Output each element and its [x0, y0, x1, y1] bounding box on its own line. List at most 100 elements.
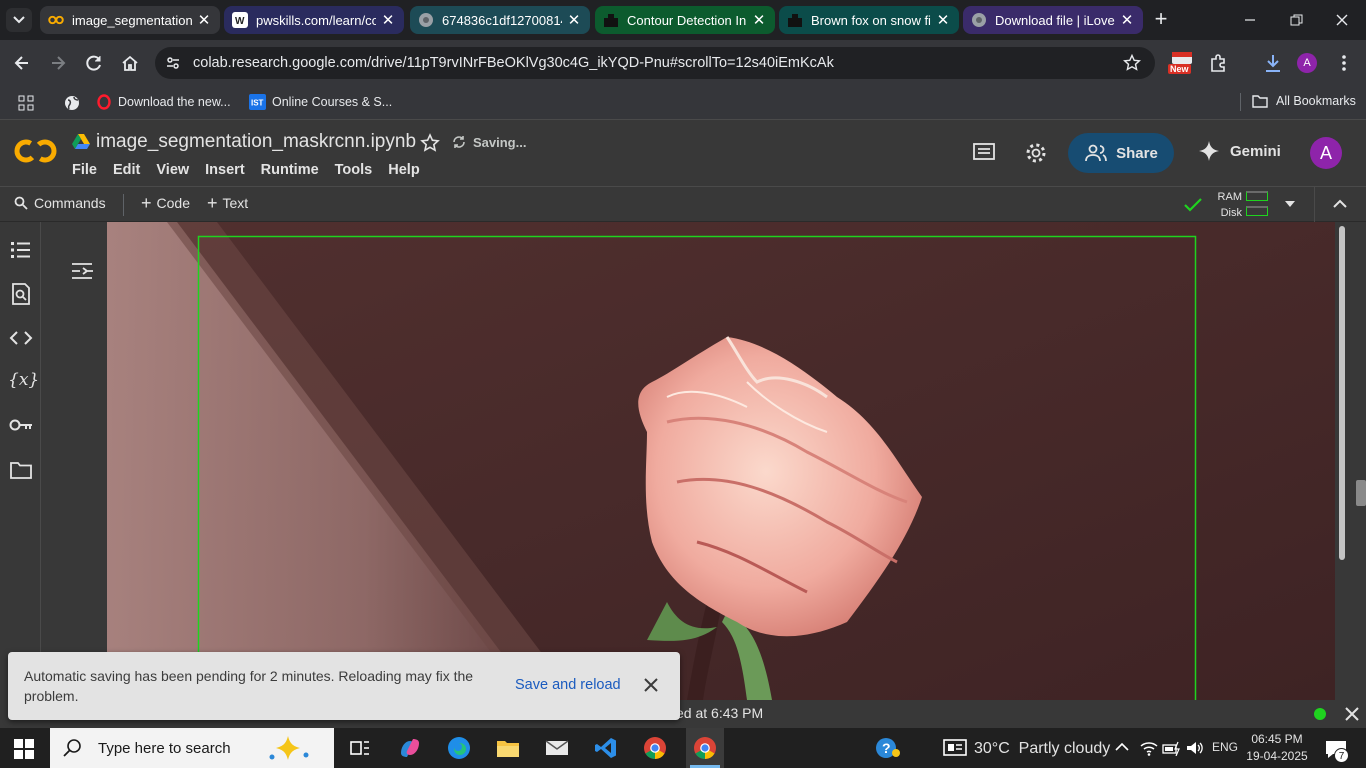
- notifications-icon[interactable]: 7: [1324, 738, 1349, 763]
- close-icon[interactable]: ✕: [196, 11, 212, 29]
- tab-colab[interactable]: image_segmentation_ ✕: [40, 6, 220, 34]
- share-button[interactable]: Share: [1068, 133, 1174, 173]
- browser-tab-strip: image_segmentation_ ✕ W pwskills.com/lea…: [0, 0, 1366, 40]
- menu-help[interactable]: Help: [388, 162, 419, 178]
- gemini-button[interactable]: Gemini: [1198, 140, 1281, 162]
- close-icon[interactable]: ✕: [1119, 11, 1135, 29]
- tab-ilovepdf[interactable]: Download file | iLoveI ✕: [963, 6, 1143, 34]
- back-button[interactable]: [12, 53, 32, 73]
- battery-icon[interactable]: [1162, 740, 1182, 756]
- bookmark-online-courses[interactable]: IST Online Courses & S...: [249, 94, 392, 110]
- tab-contour[interactable]: Contour Detection In ✕: [595, 6, 775, 34]
- files-folder-icon[interactable]: [10, 461, 32, 479]
- address-bar[interactable]: colab.research.google.com/drive/11pT9rvI…: [155, 47, 1155, 79]
- close-icon[interactable]: ✕: [566, 11, 582, 29]
- menu-insert[interactable]: Insert: [205, 162, 245, 178]
- runtime-dropdown-icon[interactable]: [1284, 200, 1296, 208]
- tab-search-button[interactable]: [6, 8, 32, 32]
- windows-start-icon[interactable]: [14, 739, 34, 759]
- menu-runtime[interactable]: Runtime: [261, 162, 319, 178]
- forward-button[interactable]: [48, 53, 68, 73]
- downloads-icon[interactable]: [1262, 52, 1284, 74]
- close-icon[interactable]: ✕: [935, 11, 951, 29]
- add-text-button[interactable]: + Text: [207, 194, 248, 212]
- file-explorer-icon[interactable]: [494, 734, 522, 762]
- find-replace-icon[interactable]: [10, 283, 32, 305]
- cell-gutter: [41, 222, 107, 700]
- ram-meter[interactable]: [1246, 191, 1268, 201]
- tab-brown-fox[interactable]: Brown fox on snow fi ✕: [779, 6, 959, 34]
- variables-icon[interactable]: {𝑥}: [8, 370, 39, 392]
- close-window-button[interactable]: [1332, 10, 1352, 30]
- clock[interactable]: 06:45 PM 19-04-2025: [1246, 731, 1308, 765]
- disk-meter[interactable]: [1246, 206, 1268, 216]
- all-bookmarks-button[interactable]: All Bookmarks: [1252, 94, 1356, 108]
- scrollbar-thumb[interactable]: [1339, 226, 1345, 560]
- wifi-icon[interactable]: [1140, 740, 1158, 756]
- weather-widget-icon[interactable]: [943, 738, 967, 758]
- page-scroll-thumb[interactable]: [1356, 480, 1366, 506]
- secrets-key-icon[interactable]: [9, 418, 33, 432]
- tab-pwskills[interactable]: W pwskills.com/learn/co ✕: [224, 6, 404, 34]
- url-text[interactable]: colab.research.google.com/drive/11pT9rvI…: [193, 55, 834, 71]
- save-and-reload-button[interactable]: Save and reload: [515, 677, 621, 693]
- resource-labels[interactable]: RAM Disk: [1214, 189, 1242, 221]
- globe-icon[interactable]: [64, 95, 80, 111]
- search-placeholder: Type here to search: [98, 739, 231, 757]
- chrome-icon[interactable]: [641, 734, 669, 762]
- extension-new-icon[interactable]: New: [1168, 50, 1194, 78]
- volume-icon[interactable]: [1186, 740, 1204, 756]
- menu-view[interactable]: View: [156, 162, 189, 178]
- pwskills-favicon-icon: W: [232, 12, 248, 28]
- new-tab-button[interactable]: +: [1150, 8, 1172, 32]
- reload-button[interactable]: [84, 53, 104, 73]
- tab-file[interactable]: 674836c1df12700814 ✕: [410, 6, 590, 34]
- share-label: Share: [1116, 144, 1158, 162]
- collapse-header-icon[interactable]: [1332, 198, 1348, 210]
- tab-title: Brown fox on snow fi: [811, 12, 931, 28]
- vscode-icon[interactable]: [592, 734, 620, 762]
- chrome-active-icon[interactable]: [691, 734, 719, 762]
- colab-logo[interactable]: [14, 135, 58, 167]
- taskbar-search-box[interactable]: Type here to search: [50, 728, 334, 768]
- notebook-title[interactable]: image_segmentation_maskrcnn.ipynb: [96, 131, 416, 153]
- menu-file[interactable]: File: [72, 162, 97, 178]
- close-icon[interactable]: ✕: [751, 11, 767, 29]
- apps-grid-icon[interactable]: [18, 95, 34, 111]
- notebook-scrollbar[interactable]: [1335, 222, 1366, 700]
- menu-tools[interactable]: Tools: [335, 162, 373, 178]
- language-indicator[interactable]: ENG: [1212, 740, 1238, 754]
- bookmark-star-icon[interactable]: [1123, 54, 1141, 72]
- more-menu-icon[interactable]: [1336, 53, 1352, 73]
- home-button[interactable]: [120, 53, 140, 73]
- mail-icon[interactable]: [543, 734, 571, 762]
- edge-browser-icon[interactable]: [445, 734, 473, 762]
- help-icon[interactable]: ?: [874, 734, 902, 762]
- code-snippets-icon[interactable]: [9, 329, 33, 347]
- task-view-icon[interactable]: [346, 734, 374, 762]
- profile-avatar[interactable]: A: [1297, 53, 1317, 73]
- chevron-up-icon[interactable]: [1114, 741, 1130, 753]
- site-info-icon[interactable]: [165, 55, 181, 71]
- copilot-icon[interactable]: [396, 734, 424, 762]
- user-avatar[interactable]: A: [1310, 137, 1342, 169]
- extensions-puzzle-icon[interactable]: [1208, 52, 1230, 74]
- search-icon: [63, 739, 81, 757]
- comments-icon[interactable]: [972, 141, 996, 165]
- weather-text[interactable]: 30°C Partly cloudy: [974, 740, 1110, 758]
- bookmark-opera[interactable]: Download the new...: [97, 94, 231, 110]
- colab-header: image_segmentation_maskrcnn.ipynb Saving…: [0, 120, 1366, 186]
- close-icon[interactable]: [642, 676, 660, 694]
- colab-favicon-icon: [48, 12, 64, 28]
- output-actions-icon[interactable]: [71, 262, 93, 280]
- menu-edit[interactable]: Edit: [113, 162, 140, 178]
- settings-gear-icon[interactable]: [1024, 141, 1048, 165]
- restore-window-button[interactable]: [1286, 10, 1306, 30]
- minimize-window-button[interactable]: [1240, 10, 1260, 30]
- star-icon[interactable]: [420, 133, 440, 153]
- close-status-icon[interactable]: [1344, 706, 1360, 722]
- commands-button[interactable]: Commands: [14, 195, 106, 211]
- table-of-contents-icon[interactable]: [10, 240, 32, 260]
- add-code-button[interactable]: + Code: [141, 194, 190, 212]
- close-icon[interactable]: ✕: [380, 11, 396, 29]
